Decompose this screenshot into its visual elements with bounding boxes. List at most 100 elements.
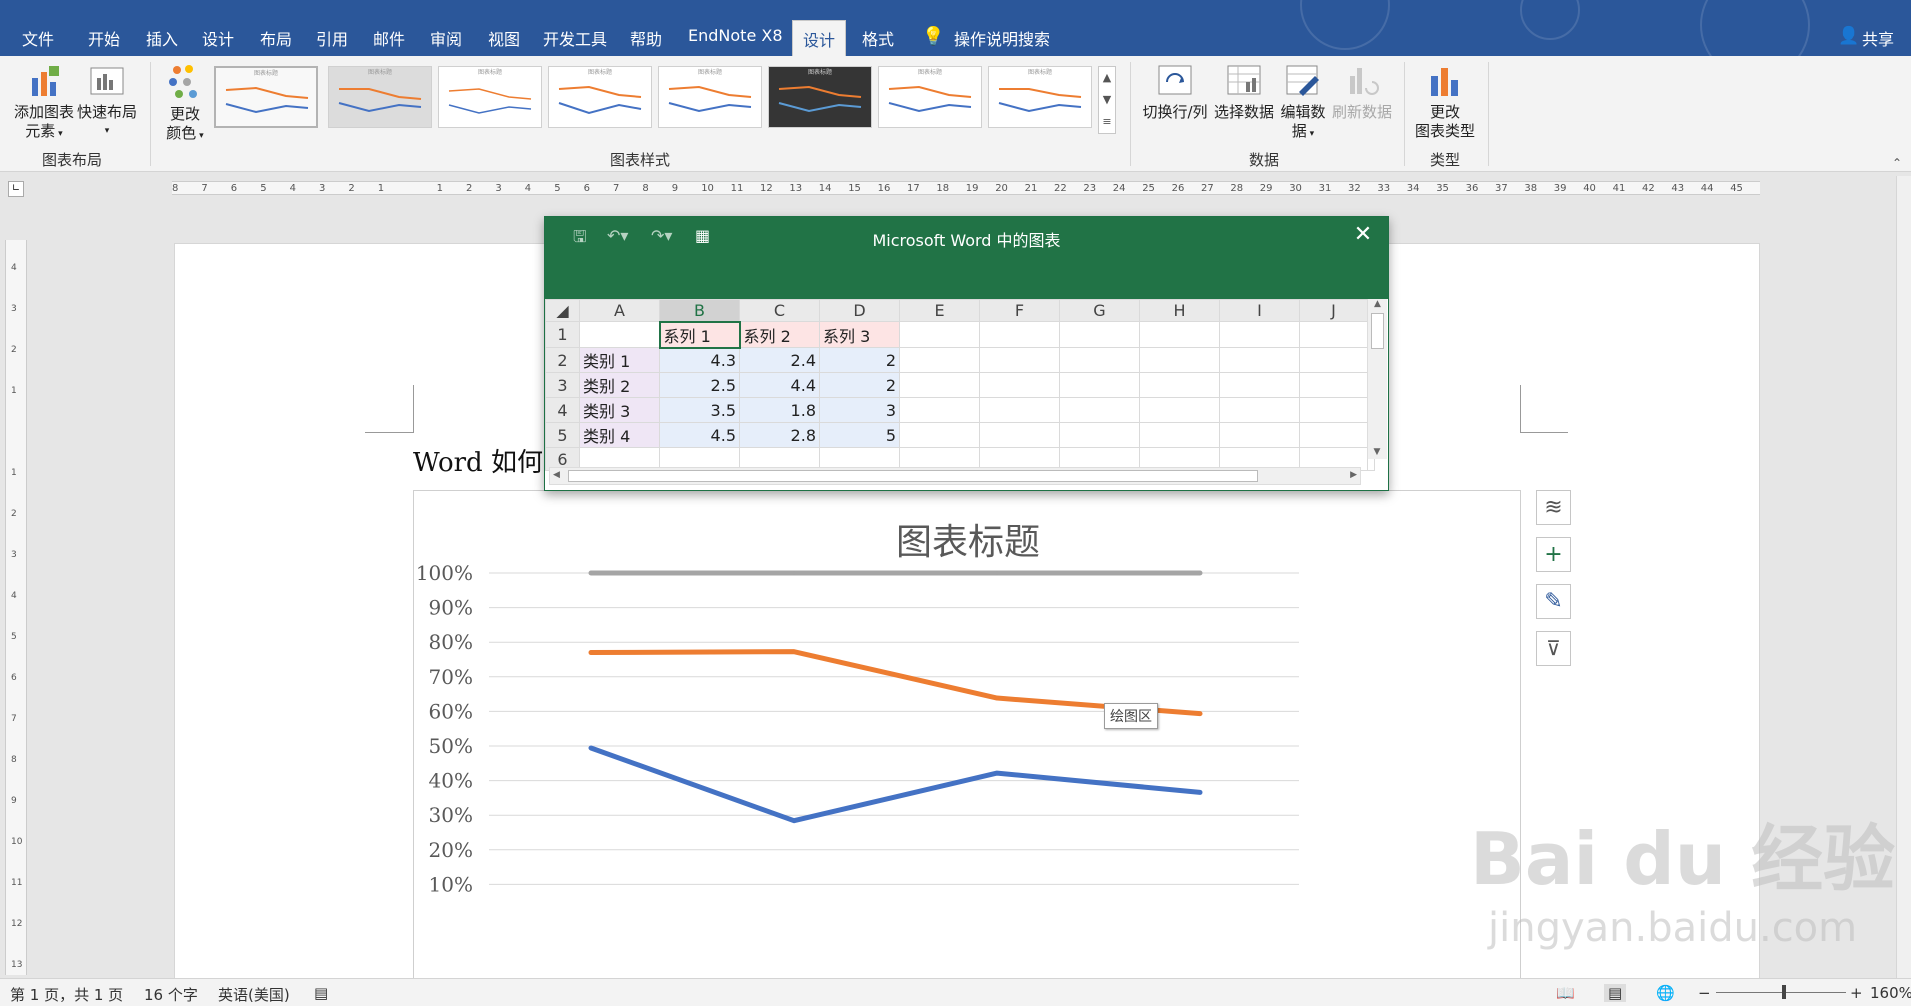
tab-7[interactable]: 审阅 [430, 26, 462, 50]
spreadsheet-cell[interactable] [979, 321, 1060, 348]
scroll-thumb[interactable] [1371, 313, 1384, 349]
spreadsheet-cell[interactable] [1299, 422, 1368, 448]
collapse-ribbon-icon[interactable]: ⌃ [1892, 156, 1902, 170]
vertical-scrollbar[interactable] [1896, 176, 1911, 978]
spreadsheet-cell[interactable]: 2.8 [739, 422, 820, 448]
excel-data-window[interactable]: 🖫 ↶▾ ↷▾ ▦ Microsoft Word 中的图表 ✕ ◢ A B C D E F G… [544, 216, 1389, 491]
spreadsheet-cell[interactable] [1219, 422, 1300, 448]
column-header[interactable]: F [979, 299, 1060, 322]
spreadsheet-cell[interactable] [1059, 397, 1140, 423]
spreadsheet-cell[interactable] [1219, 321, 1300, 348]
zoom-out-button[interactable]: − [1698, 984, 1711, 1002]
excel-horizontal-scrollbar[interactable]: ◀ ▶ [549, 467, 1361, 485]
scroll-up-icon[interactable]: ▲ [1368, 299, 1387, 309]
tab-8[interactable]: 视图 [488, 26, 520, 50]
column-header[interactable]: D [819, 299, 900, 322]
data-point[interactable] [589, 571, 593, 575]
column-header[interactable]: B [659, 299, 740, 322]
spreadsheet-cell[interactable] [979, 422, 1060, 448]
spreadsheet-cell[interactable]: 类别 4 [579, 422, 660, 448]
excel-vertical-scrollbar[interactable]: ▲ ▼ [1367, 299, 1387, 459]
data-point[interactable] [792, 649, 796, 654]
tab-9[interactable]: 开发工具 [543, 26, 607, 50]
chevron-up-icon[interactable]: ▲ [1099, 67, 1115, 89]
data-point[interactable] [792, 571, 796, 575]
spreadsheet-cell[interactable]: 2.4 [739, 347, 820, 373]
row-header[interactable]: 3 [545, 372, 580, 398]
spreadsheet-cell[interactable]: 1.8 [739, 397, 820, 423]
page-count[interactable]: 第 1 页，共 1 页 [10, 984, 123, 1005]
spreadsheet-cell[interactable] [1219, 397, 1300, 423]
tab-11[interactable]: EndNote X8 [688, 26, 783, 45]
spreadsheet-cell[interactable] [1139, 422, 1220, 448]
edit-data-button[interactable]: 编辑数 据 ▾ [1278, 64, 1328, 144]
chart-elements-plus-icon[interactable]: + [1536, 537, 1571, 572]
change-color-button[interactable]: 更改 颜色 ▾ [158, 64, 212, 146]
spreadsheet-cell[interactable] [899, 422, 980, 448]
spreadsheet-cell[interactable] [1299, 372, 1368, 398]
spreadsheet-cell[interactable] [899, 397, 980, 423]
tab-5[interactable]: 引用 [316, 26, 348, 50]
zoom-in-button[interactable]: + [1850, 984, 1863, 1002]
spreadsheet-cell[interactable]: 4.4 [739, 372, 820, 398]
web-layout-icon[interactable]: 🌐 [1656, 984, 1675, 1002]
spreadsheet-cell[interactable]: 3.5 [659, 397, 740, 423]
read-mode-icon[interactable]: 📖 [1556, 984, 1575, 1002]
data-point[interactable] [792, 818, 796, 823]
spreadsheet-cell[interactable] [1139, 372, 1220, 398]
chart-style-6[interactable]: 图表标题 [768, 66, 872, 128]
chart-style-5[interactable]: 图表标题 [658, 66, 762, 128]
close-icon[interactable]: ✕ [1348, 223, 1378, 247]
tab-6[interactable]: 邮件 [373, 26, 405, 50]
spreadsheet-cell[interactable] [1299, 397, 1368, 423]
row-header[interactable]: 2 [545, 347, 580, 373]
series-line-1[interactable] [588, 745, 1203, 824]
tab-1[interactable]: 开始 [88, 26, 120, 50]
spreadsheet-cell[interactable] [1059, 372, 1140, 398]
chart-filter-icon[interactable]: ⊽ [1536, 631, 1571, 666]
spreadsheet-cell[interactable] [1139, 321, 1220, 348]
spreadsheet-cell[interactable]: 5 [819, 422, 900, 448]
spreadsheet-cell[interactable] [1059, 347, 1140, 373]
spreadsheet-cell[interactable] [899, 321, 980, 348]
document-text[interactable]: Word 如何 [413, 442, 543, 479]
search-hint[interactable]: 操作说明搜索 [954, 26, 1050, 50]
zoom-level[interactable]: 160% [1870, 984, 1911, 1002]
spreadsheet-cell[interactable] [1059, 321, 1140, 348]
tab-0[interactable]: 文件 [22, 26, 54, 50]
spreadsheet-cell[interactable]: 类别 3 [579, 397, 660, 423]
chart-style-1[interactable]: 图表标题 [214, 66, 318, 128]
data-point[interactable] [1198, 711, 1202, 716]
tab-10[interactable]: 帮助 [630, 26, 662, 50]
tab-format[interactable]: 格式 [862, 26, 894, 50]
scroll-right-icon[interactable]: ▶ [1350, 470, 1357, 480]
spreadsheet-cell[interactable] [1219, 372, 1300, 398]
vertical-ruler[interactable]: 4 3 2 1 1 2 3 4 5 6 7 8 9 10 11 12 13 [5, 240, 27, 975]
column-header[interactable]: C [739, 299, 820, 322]
spreadsheet-cell[interactable] [1299, 347, 1368, 373]
column-header[interactable]: J [1299, 299, 1368, 322]
chart-style-2[interactable]: 图表标题 [328, 66, 432, 128]
word-count[interactable]: 16 个字 [144, 984, 198, 1005]
gallery-more-icon[interactable]: ≡ [1099, 111, 1115, 133]
zoom-slider-thumb[interactable] [1782, 985, 1786, 999]
chart-style-8[interactable]: 图表标题 [988, 66, 1092, 128]
spreadsheet-cell[interactable]: 2.5 [659, 372, 740, 398]
row-header[interactable]: 4 [545, 397, 580, 423]
chart-style-3[interactable]: 图表标题 [438, 66, 542, 128]
data-point[interactable] [995, 571, 999, 575]
chart-object[interactable]: 图表标题 100% 90% 80% 70% 60% 50% 40% 30% 20% 10% [413, 490, 1521, 1002]
switch-row-column-button[interactable]: 切换行/列 [1140, 64, 1210, 122]
spreadsheet-cell[interactable]: 系列 2 [739, 321, 820, 348]
spreadsheet-cell[interactable]: 3 [819, 397, 900, 423]
chevron-down-icon[interactable]: ▼ [1099, 89, 1115, 111]
chart-style-7[interactable]: 图表标题 [878, 66, 982, 128]
spreadsheet-cell[interactable]: 2 [819, 347, 900, 373]
language[interactable]: 英语(美国) [218, 984, 290, 1005]
data-point[interactable] [995, 696, 999, 701]
column-header[interactable]: H [1139, 299, 1220, 322]
spreadsheet-cell[interactable] [979, 372, 1060, 398]
spreadsheet-cell[interactable]: 系列 1 [658, 320, 741, 349]
spreadsheet-cell[interactable]: 4.5 [659, 422, 740, 448]
scroll-left-icon[interactable]: ◀ [553, 470, 560, 480]
